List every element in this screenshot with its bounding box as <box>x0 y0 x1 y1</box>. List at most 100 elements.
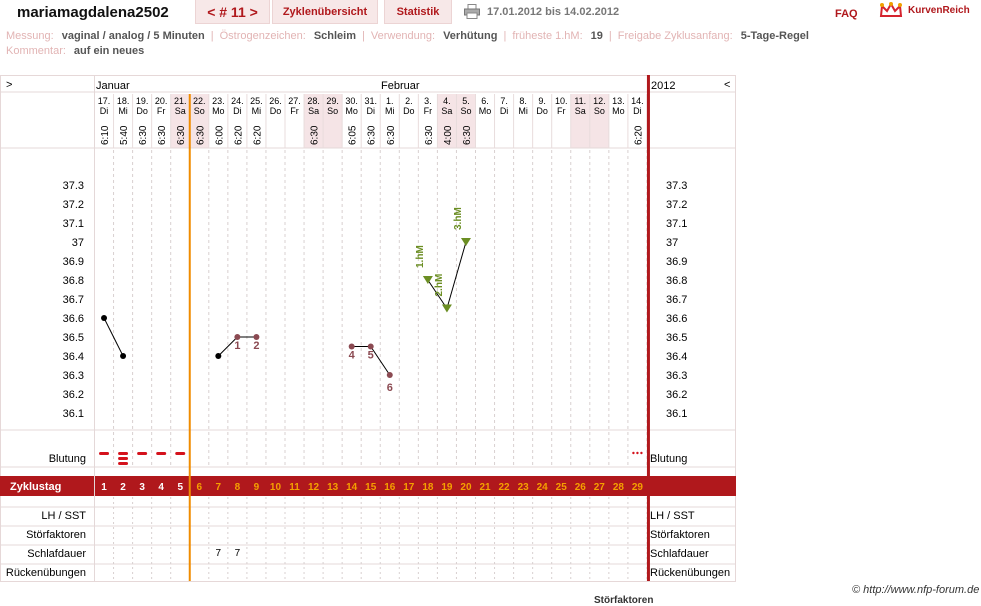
date-label: 17. <box>98 96 111 106</box>
date-label: 28. <box>307 96 320 106</box>
time-label: 6:30 <box>386 125 397 145</box>
username: mariamagdalena2502 <box>17 4 169 21</box>
date-label: 7. <box>500 96 508 106</box>
cycle-day-number: 26 <box>575 482 587 493</box>
temp-axis-label-left: 36.8 <box>63 275 84 287</box>
time-label: 6:30 <box>176 125 187 145</box>
date-label: 8. <box>519 96 527 106</box>
crown-logo-icon[interactable] <box>879 2 903 20</box>
time-label: 6:30 <box>157 125 168 145</box>
time-label: 6:05 <box>348 125 359 145</box>
time-label: 6:30 <box>138 125 149 145</box>
printer-icon[interactable] <box>464 4 480 19</box>
temp-axis-label-left: 36.3 <box>63 370 84 382</box>
usage-label: Verwendung: <box>370 30 436 42</box>
bleeding-mark <box>137 452 148 455</box>
date-label: 24. <box>231 96 244 106</box>
sleep-value: 7 <box>216 548 222 559</box>
row-label-right: Blutung <box>650 453 687 465</box>
tab-statistics[interactable]: Statistik <box>384 0 452 24</box>
temp-axis-label-right: 36.4 <box>666 351 687 363</box>
weekday-label: Fr <box>424 106 433 116</box>
year-label: 2012 <box>651 80 675 92</box>
temp-axis-label-right: 36.8 <box>666 275 687 287</box>
earliest-hm-value: 19 <box>590 30 603 42</box>
estrogen-value: Schleim <box>313 30 356 42</box>
temperature-point <box>101 315 108 321</box>
temp-axis-label-left: 36.6 <box>63 313 84 325</box>
time-label: 6:20 <box>233 125 244 145</box>
info-line-1: Messung: vaginal / analog / 5 Minuten | Öst… <box>6 30 809 42</box>
date-label: 12. <box>593 96 606 106</box>
chart-frame <box>0 75 736 582</box>
weekday-label: Di <box>366 106 375 116</box>
cycle-day-number: 29 <box>632 482 644 493</box>
measure-count-label: 5 <box>368 350 374 362</box>
time-label: 6:30 <box>367 125 378 145</box>
time-label: 6:30 <box>195 125 206 145</box>
weekday-label: Di <box>633 106 642 116</box>
weekday-label: Mo <box>612 106 625 116</box>
earliest-hm-label: früheste 1.hM: <box>512 30 583 42</box>
spotting-mark <box>640 451 643 455</box>
weekday-label: Mo <box>479 106 492 116</box>
row-label-left: Rückenübungen <box>6 567 86 579</box>
temp-axis-label-left: 36.2 <box>63 389 84 401</box>
date-label: 2. <box>405 96 413 106</box>
date-label: 29. <box>326 96 339 106</box>
tab-cycle-overview[interactable]: Zyklenübersicht <box>272 0 378 24</box>
bleeding-mark <box>99 452 110 455</box>
bleeding-mark <box>118 452 129 455</box>
weekday-label: Sa <box>308 106 319 116</box>
weekday-label: Mi <box>518 106 528 116</box>
bleeding-mark <box>118 457 129 460</box>
temp-axis-label-right: 36.5 <box>666 332 687 344</box>
cycle-day-number: 25 <box>556 482 568 493</box>
sleep-value: 7 <box>235 548 241 559</box>
date-label: 23. <box>212 96 225 106</box>
cycle-day-number: 16 <box>384 482 396 493</box>
time-label: 6:30 <box>424 125 435 145</box>
high-measure-label: 3.hM <box>453 207 464 230</box>
temp-axis-label-right: 36.6 <box>666 313 687 325</box>
cycle-day-number: 4 <box>158 482 164 493</box>
weekday-label: So <box>327 106 338 116</box>
weekday-label: Sa <box>575 106 586 116</box>
measure-count-label: 2 <box>253 340 259 352</box>
spotting-mark <box>632 451 635 455</box>
usage-value: Verhütung <box>443 30 498 42</box>
date-label: 11. <box>574 96 586 106</box>
temp-axis-label-right: 37.3 <box>666 180 687 192</box>
bleeding-mark <box>175 452 186 455</box>
cycle-day-label: Zyklustag <box>10 481 61 493</box>
weekday-label: Sa <box>175 106 186 116</box>
spotting-mark <box>636 451 639 455</box>
cycle-day-number: 23 <box>518 482 530 493</box>
time-label: 6:30 <box>310 125 321 145</box>
temp-axis-label-left: 36.7 <box>63 294 84 306</box>
weekday-label: Fr <box>157 106 166 116</box>
weekday-label: Fr <box>557 106 566 116</box>
row-label-right: Rückenübungen <box>650 567 730 579</box>
temp-axis-label-right: 37 <box>666 237 678 249</box>
cycle-day-number: 8 <box>235 482 241 493</box>
date-range: 17.01.2012 bis 14.02.2012 <box>487 6 620 18</box>
date-label: 22. <box>193 96 206 106</box>
cycle-day-number: 11 <box>289 482 300 493</box>
measure-count-label: 1 <box>234 340 240 352</box>
cycle-chart: Zyklustag 1 2 3 4 5 6 7 8 9 10 11 12 13 14 15 16 17 18 19 20… <box>0 75 736 582</box>
cycle-navigation[interactable]: < # 11 > <box>195 0 270 24</box>
temperature-point <box>120 353 127 359</box>
date-label: 14. <box>631 96 644 106</box>
weekday-label: Di <box>100 106 109 116</box>
logo-text[interactable]: KurvenReich <box>908 5 970 16</box>
date-label: 26. <box>269 96 282 106</box>
faq-link[interactable]: FAQ <box>835 8 858 20</box>
cycle-day-number: 24 <box>537 482 549 493</box>
cycle-day-number: 7 <box>216 482 222 493</box>
date-label: 10. <box>555 96 568 106</box>
nav-right-arrow: < <box>724 79 730 91</box>
cycle-day-number: 15 <box>365 482 377 493</box>
cycle-day-number: 10 <box>270 482 282 493</box>
temp-axis-label-left: 37.1 <box>63 218 84 230</box>
